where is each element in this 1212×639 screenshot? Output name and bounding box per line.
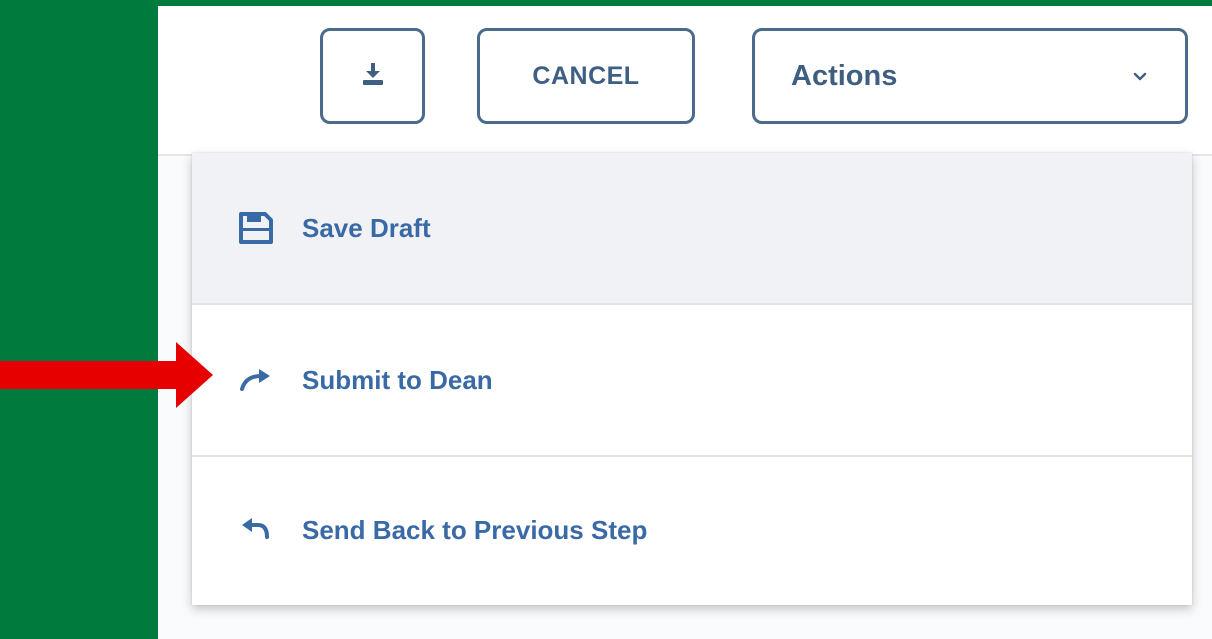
- undo-arrow-icon: [236, 510, 276, 550]
- app-panel: CANCEL Actions Save Draft Submit to Dean…: [158, 6, 1212, 639]
- actions-dropdown-label: Actions: [791, 59, 898, 92]
- menu-item-save-draft[interactable]: Save Draft: [192, 153, 1192, 303]
- green-background-left: [0, 0, 158, 639]
- actions-menu: Save Draft Submit to Dean Send Back to P…: [192, 153, 1192, 605]
- actions-dropdown[interactable]: Actions: [752, 28, 1188, 124]
- cancel-button[interactable]: CANCEL: [477, 28, 695, 124]
- download-button[interactable]: [320, 28, 425, 124]
- download-icon: [360, 61, 386, 92]
- chevron-down-icon: [1129, 65, 1151, 87]
- red-arrow-pointer: [0, 342, 213, 408]
- cancel-button-label: CANCEL: [532, 61, 640, 90]
- screenshot-frame: CANCEL Actions Save Draft Submit to Dean…: [0, 0, 1212, 639]
- menu-item-submit-to-dean[interactable]: Submit to Dean: [192, 305, 1192, 455]
- save-icon: [236, 208, 276, 248]
- menu-item-label: Submit to Dean: [302, 364, 493, 395]
- menu-item-label: Send Back to Previous Step: [302, 514, 648, 545]
- forward-arrow-icon: [236, 360, 276, 400]
- menu-item-label: Save Draft: [302, 212, 431, 243]
- toolbar: CANCEL Actions: [158, 6, 1212, 154]
- menu-item-send-back[interactable]: Send Back to Previous Step: [192, 455, 1192, 605]
